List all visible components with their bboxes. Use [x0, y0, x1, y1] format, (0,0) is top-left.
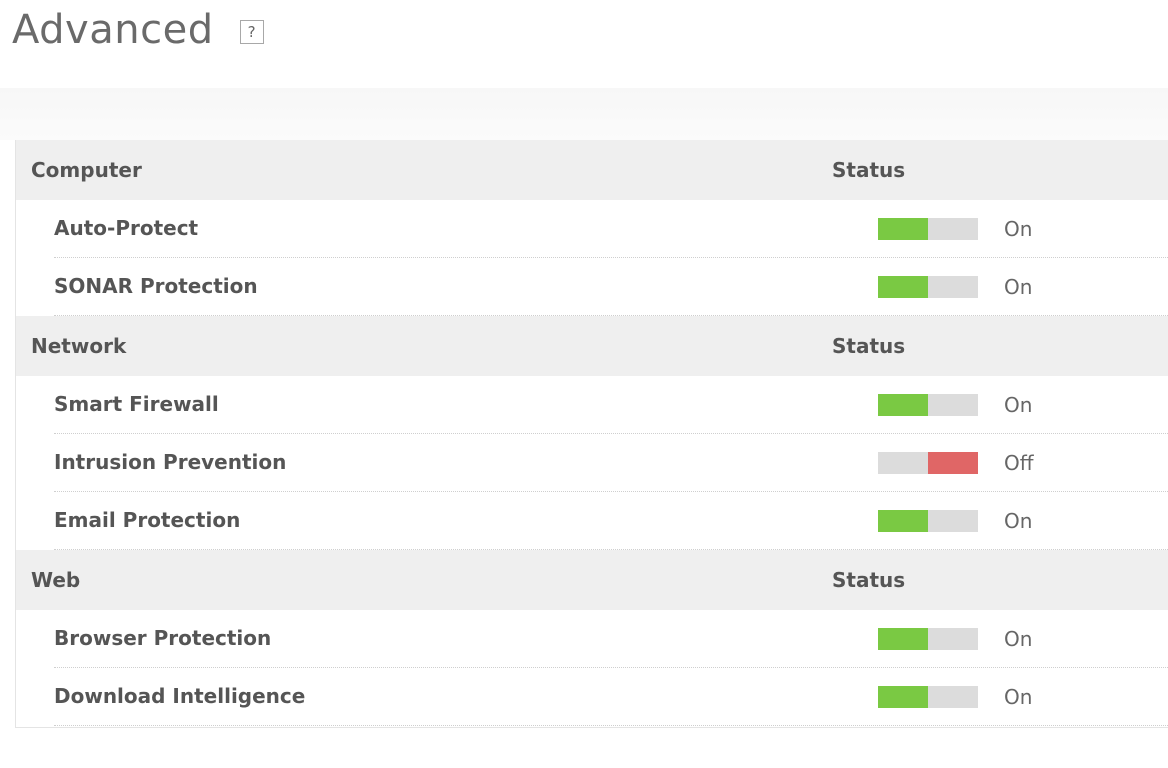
status-toggle[interactable]	[878, 686, 978, 708]
toggle-off-segment	[928, 686, 978, 708]
section-title-web: Web	[31, 568, 81, 592]
setting-row-smart-firewall[interactable]: Smart Firewall On	[16, 376, 1168, 434]
setting-label: Intrusion Prevention	[54, 450, 287, 474]
status-text: Off	[1004, 451, 1034, 475]
setting-label: Browser Protection	[54, 626, 272, 650]
help-button[interactable]: ?	[239, 20, 264, 44]
toggle-on-segment	[878, 276, 928, 298]
toggle-off-segment	[928, 276, 978, 298]
section-title-network: Network	[31, 334, 127, 358]
setting-row-intrusion-prevention[interactable]: Intrusion Prevention Off	[16, 434, 1168, 492]
toggle-off-segment	[928, 394, 978, 416]
setting-row-download-intelligence[interactable]: Download Intelligence On	[16, 668, 1168, 726]
section-title-computer: Computer	[31, 158, 142, 182]
page-title: Advanced	[12, 7, 214, 53]
status-toggle[interactable]	[878, 394, 978, 416]
toolbar-band	[0, 88, 1168, 140]
toggle-on-segment	[878, 218, 928, 240]
setting-row-browser-protection[interactable]: Browser Protection On	[16, 610, 1168, 668]
toggle-on-segment	[878, 686, 928, 708]
setting-row-sonar-protection[interactable]: SONAR Protection On	[16, 258, 1168, 316]
section-header-computer: Computer Status	[16, 140, 1168, 200]
status-toggle[interactable]	[878, 276, 978, 298]
status-text: On	[1004, 217, 1033, 241]
status-toggle[interactable]	[878, 510, 978, 532]
toggle-on-segment	[878, 394, 928, 416]
toggle-off-segment	[928, 628, 978, 650]
toggle-on-segment	[878, 452, 928, 474]
settings-panel: Computer Status Auto-Protect On SONAR Pr…	[15, 140, 1168, 728]
section-header-web: Web Status	[16, 550, 1168, 610]
toggle-off-segment	[928, 452, 978, 474]
status-column-header: Status	[832, 568, 906, 592]
status-text: On	[1004, 509, 1033, 533]
status-text: On	[1004, 275, 1033, 299]
status-toggle[interactable]	[878, 452, 978, 474]
status-toggle[interactable]	[878, 218, 978, 240]
title-bar: Advanced ?	[12, 0, 264, 60]
status-toggle[interactable]	[878, 628, 978, 650]
setting-label: Download Intelligence	[54, 684, 306, 708]
status-column-header: Status	[832, 158, 906, 182]
toggle-off-segment	[928, 218, 978, 240]
status-text: On	[1004, 627, 1033, 651]
toggle-on-segment	[878, 510, 928, 532]
status-text: On	[1004, 393, 1033, 417]
status-column-header: Status	[832, 334, 906, 358]
setting-label: SONAR Protection	[54, 274, 258, 298]
setting-label: Auto-Protect	[54, 216, 199, 240]
toggle-off-segment	[928, 510, 978, 532]
setting-label: Smart Firewall	[54, 392, 219, 416]
toggle-on-segment	[878, 628, 928, 650]
setting-label: Email Protection	[54, 508, 241, 532]
status-text: On	[1004, 685, 1033, 709]
section-header-network: Network Status	[16, 316, 1168, 376]
setting-row-auto-protect[interactable]: Auto-Protect On	[16, 200, 1168, 258]
setting-row-email-protection[interactable]: Email Protection On	[16, 492, 1168, 550]
